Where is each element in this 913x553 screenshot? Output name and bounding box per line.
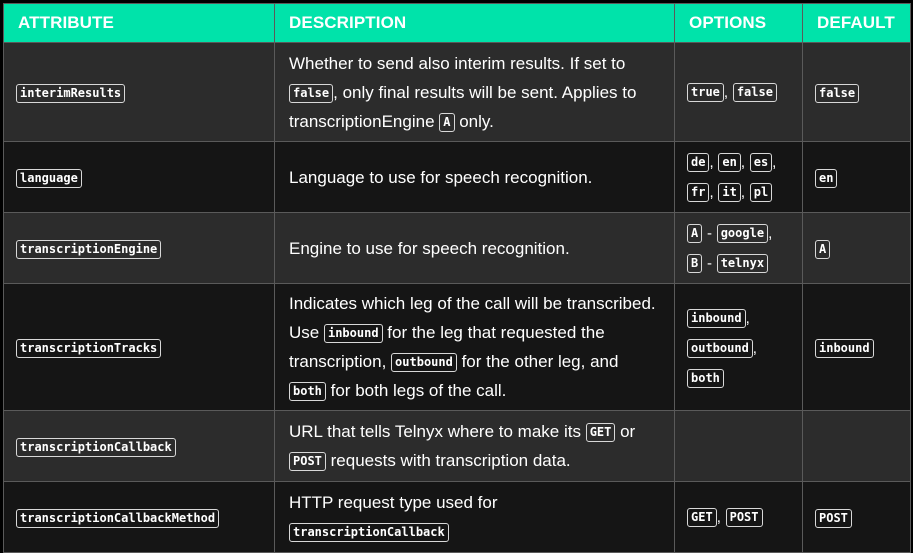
attribute-name: interimResults [16, 83, 126, 103]
options-cell: true, false [674, 42, 803, 142]
description-cell: Engine to use for speech recognition. [274, 212, 675, 284]
table-row: interimResults Whether to send also inte… [3, 42, 911, 142]
option-token: telnyx [716, 254, 769, 274]
option-token: fr [687, 183, 710, 203]
header-row: ATTRIBUTE DESCRIPTION OPTIONS DEFAULT [3, 3, 911, 43]
inline-code: outbound [391, 353, 457, 373]
inline-code: A [439, 112, 455, 132]
option-token: es [749, 153, 773, 173]
description-cell: URL that tells Telnyx where to make its … [274, 410, 675, 482]
option-token: inbound [687, 308, 746, 328]
default-cell [802, 410, 911, 482]
attribute-cell: transcriptionCallback [3, 410, 275, 482]
table-row: transcriptionCallback URL that tells Tel… [3, 410, 911, 482]
option-token: en [718, 153, 741, 173]
option-token: B [687, 254, 703, 274]
table-row: transcriptionTracks Indicates which leg … [3, 283, 911, 411]
default-value: A [815, 239, 831, 259]
default-cell: en [802, 141, 911, 213]
option-token: it [718, 183, 741, 203]
header-attribute: ATTRIBUTE [3, 3, 275, 43]
default-cell: POST [802, 481, 911, 553]
attribute-cell: language [3, 141, 275, 213]
attribute-cell: transcriptionEngine [3, 212, 275, 284]
inline-code: transcriptionCallback [289, 523, 449, 543]
default-value: false [815, 83, 860, 103]
default-value: POST [815, 508, 852, 528]
header-options: OPTIONS [674, 3, 803, 43]
option-token: both [687, 368, 724, 388]
description-cell: Indicates which leg of the call will be … [274, 283, 675, 411]
option-token: false [732, 83, 777, 103]
default-cell: false [802, 42, 911, 142]
attribute-name: transcriptionCallbackMethod [16, 508, 220, 528]
options-cell: GET, POST [674, 481, 803, 553]
inline-code: false [289, 83, 334, 103]
default-value: inbound [815, 338, 874, 358]
options-cell: inbound, outbound, both [674, 283, 803, 411]
default-cell: inbound [802, 283, 911, 411]
description-cell: HTTP request type used for transcription… [274, 481, 675, 553]
option-token: outbound [687, 338, 753, 358]
description-cell: Whether to send also interim results. If… [274, 42, 675, 142]
default-cell: A [802, 212, 911, 284]
table-row: transcriptionEngine Engine to use for sp… [3, 212, 911, 284]
inline-code: POST [289, 452, 326, 472]
option-token: GET [687, 508, 717, 528]
attribute-name: transcriptionEngine [16, 239, 162, 259]
option-token: pl [749, 183, 773, 203]
options-cell [674, 410, 803, 482]
default-value: en [815, 168, 838, 188]
attribute-cell: transcriptionTracks [3, 283, 275, 411]
header-default: DEFAULT [802, 3, 911, 43]
attribute-cell: interimResults [3, 42, 275, 142]
inline-code: both [289, 382, 326, 402]
options-cell: A - google, B - telnyx [674, 212, 803, 284]
inline-code: inbound [323, 324, 383, 344]
option-token: google [716, 224, 769, 244]
attributes-table: ATTRIBUTE DESCRIPTION OPTIONS DEFAULT in… [3, 3, 911, 553]
attribute-name: transcriptionCallback [16, 437, 176, 457]
attribute-cell: transcriptionCallbackMethod [3, 481, 275, 553]
option-token: POST [725, 508, 763, 528]
attribute-name: transcriptionTracks [16, 338, 162, 358]
option-token: A [687, 224, 703, 244]
inline-code: GET [585, 423, 616, 443]
table-row: language Language to use for speech reco… [3, 141, 911, 213]
header-description: DESCRIPTION [274, 3, 675, 43]
options-cell: de, en, es, fr, it, pl [674, 141, 803, 213]
description-cell: Language to use for speech recognition. [274, 141, 675, 213]
attribute-name: language [16, 168, 82, 188]
option-token: true [687, 83, 724, 103]
option-token: de [687, 153, 710, 173]
table-row: transcriptionCallbackMethod HTTP request… [3, 481, 911, 553]
